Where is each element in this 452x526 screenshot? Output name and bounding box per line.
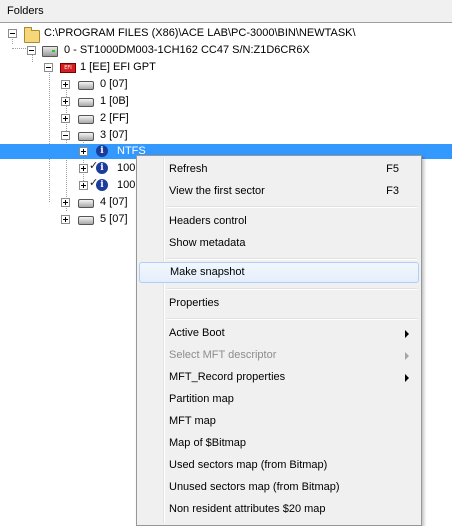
tree-node-label: 100 <box>117 179 136 191</box>
menu-item-non-resident-attributes-map[interactable]: Non resident attributes $20 map <box>139 499 417 520</box>
partition-icon <box>78 115 94 124</box>
menu-item-refresh[interactable]: Refresh F5 <box>139 159 417 180</box>
collapse-icon[interactable] <box>44 63 53 72</box>
menu-item-shortcut: F3 <box>386 185 399 197</box>
submenu-arrow-icon <box>405 352 409 360</box>
menu-item-properties[interactable]: Properties <box>139 293 417 314</box>
menu-item-select-mft-descriptor: Select MFT descriptor <box>139 345 417 366</box>
menu-item-label: Headers control <box>169 215 247 227</box>
partition-icon <box>78 216 94 225</box>
hard-disk-icon <box>42 46 58 57</box>
menu-item-active-boot[interactable]: Active Boot <box>139 323 417 344</box>
tree-node-root[interactable]: C:\PROGRAM FILES (X86)\ACE LAB\PC-3000\B… <box>0 25 452 43</box>
menu-separator <box>167 318 417 320</box>
expand-icon[interactable] <box>61 97 70 106</box>
partition-icon <box>78 132 94 141</box>
menu-item-label: View the first sector <box>169 185 265 197</box>
gpt-icon: EFI <box>60 63 76 73</box>
menu-item-label: Active Boot <box>169 327 225 339</box>
expand-icon[interactable] <box>61 80 70 89</box>
folders-panel-header: Folders <box>0 0 452 23</box>
tree-node-gpt[interactable]: EFI 1 [EE] EFI GPT <box>0 59 452 76</box>
expand-icon[interactable] <box>79 147 88 156</box>
menu-item-used-sectors-map[interactable]: Used sectors map (from Bitmap) <box>139 455 417 476</box>
menu-item-label: MFT_Record properties <box>169 371 286 383</box>
tree-node-partition[interactable]: 1 [0B] <box>0 93 452 110</box>
collapse-icon[interactable] <box>8 29 17 38</box>
menu-item-label: Non resident attributes $20 map <box>169 503 326 515</box>
menu-separator <box>167 206 417 208</box>
expand-icon[interactable] <box>79 181 88 190</box>
expand-icon[interactable] <box>61 198 70 207</box>
info-icon: i <box>96 162 108 174</box>
tree-node-label: 1 [0B] <box>100 95 129 107</box>
expand-icon[interactable] <box>79 164 88 173</box>
menu-item-unused-sectors-map[interactable]: Unused sectors map (from Bitmap) <box>139 477 417 498</box>
tree-node-partition[interactable]: 0 [07] <box>0 76 452 93</box>
tree-node-partition[interactable]: 2 [FF] <box>0 110 452 127</box>
tree-node-label: 0 - ST1000DM003-1CH162 CC47 S/N:Z1D6CR6X <box>64 44 310 56</box>
tree-node-label: 4 [07] <box>100 196 128 208</box>
expand-icon[interactable] <box>61 215 70 224</box>
menu-item-label: Unused sectors map (from Bitmap) <box>169 481 340 493</box>
tree-node-partition[interactable]: 3 [07] <box>0 127 452 144</box>
tree-node-label: 0 [07] <box>100 78 128 90</box>
menu-item-mft-map[interactable]: MFT map <box>139 411 417 432</box>
menu-item-label: MFT map <box>169 415 216 427</box>
tree-node-disk[interactable]: 0 - ST1000DM003-1CH162 CC47 S/N:Z1D6CR6X <box>0 42 452 59</box>
menu-item-map-of-bitmap[interactable]: Map of $Bitmap <box>139 433 417 454</box>
menu-item-shortcut: F5 <box>386 163 399 175</box>
tree-node-label: 5 [07] <box>100 213 128 225</box>
menu-item-label: Map of $Bitmap <box>169 437 247 449</box>
menu-item-show-metadata[interactable]: Show metadata <box>139 233 417 254</box>
tree-node-label: 3 [07] <box>100 129 128 141</box>
collapse-icon[interactable] <box>61 131 70 140</box>
info-icon: i <box>96 179 108 191</box>
menu-item-view-first-sector[interactable]: View the first sector F3 <box>139 181 417 202</box>
context-menu: Refresh F5 View the first sector F3 Head… <box>136 155 422 526</box>
menu-item-label: Select MFT descriptor <box>169 349 277 361</box>
menu-item-mft-record-properties[interactable]: MFT_Record properties <box>139 367 417 388</box>
menu-item-label: Show metadata <box>169 237 246 249</box>
menu-item-label: Refresh <box>169 163 208 175</box>
menu-item-label: Used sectors map (from Bitmap) <box>169 459 328 471</box>
menu-item-label: Partition map <box>169 393 234 405</box>
menu-item-label: Properties <box>169 297 220 309</box>
partition-icon <box>78 98 94 107</box>
tree-node-label: C:\PROGRAM FILES (X86)\ACE LAB\PC-3000\B… <box>44 27 356 39</box>
collapse-icon[interactable] <box>27 46 36 55</box>
panel-title: Folders <box>7 5 44 17</box>
partition-icon <box>78 81 94 90</box>
tree-node-label: 2 [FF] <box>100 112 129 124</box>
partition-icon <box>78 199 94 208</box>
menu-item-headers-control[interactable]: Headers control <box>139 211 417 232</box>
info-icon: i <box>96 145 108 157</box>
menu-item-label: Make snapshot <box>170 266 245 278</box>
menu-separator <box>167 288 417 290</box>
submenu-arrow-icon <box>405 330 409 338</box>
menu-item-make-snapshot[interactable]: Make snapshot <box>139 262 419 283</box>
tree-node-label: 1 [EE] EFI GPT <box>80 61 156 73</box>
tree-node-label: 100 <box>117 162 136 174</box>
menu-item-partition-map[interactable]: Partition map <box>139 389 417 410</box>
menu-separator <box>167 258 417 260</box>
expand-icon[interactable] <box>61 114 70 123</box>
submenu-arrow-icon <box>405 374 409 382</box>
